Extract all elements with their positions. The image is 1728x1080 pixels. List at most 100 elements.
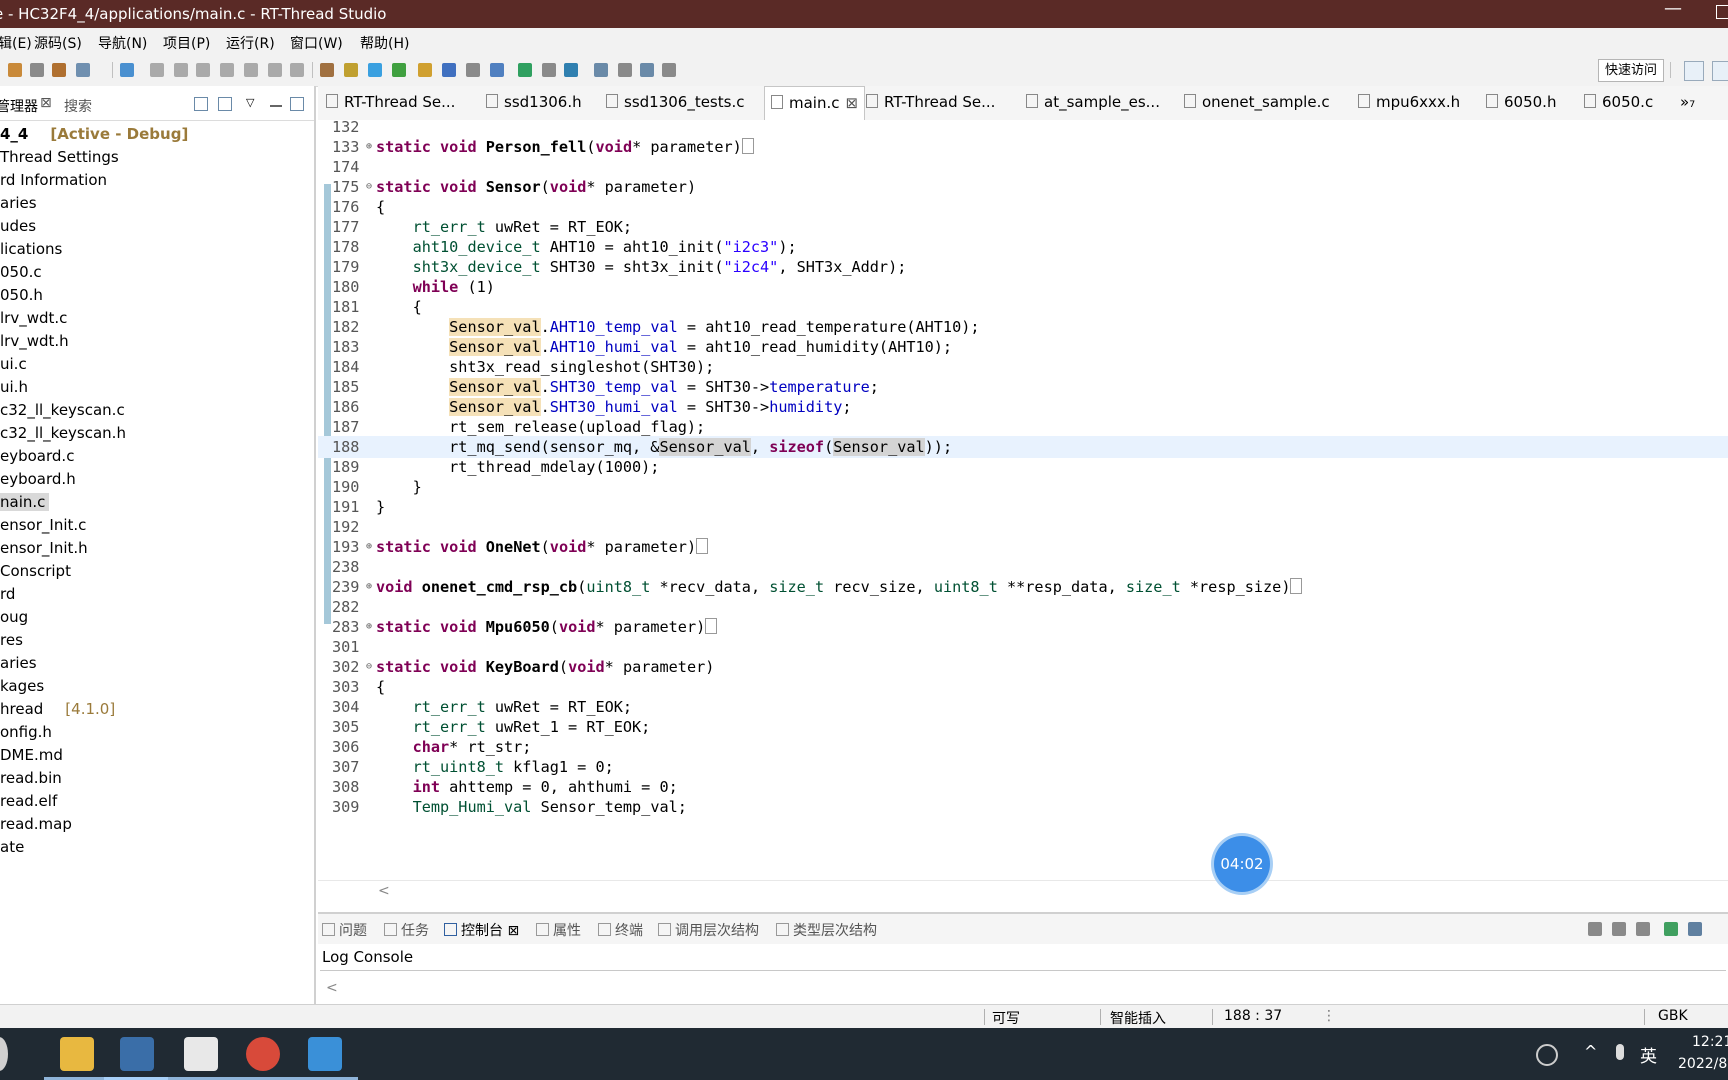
code-line[interactable]: 181 { xyxy=(318,296,1728,318)
link-editor-icon[interactable] xyxy=(218,97,232,111)
code-line[interactable]: 177 rt_err_t uwRet = RT_EOK; xyxy=(318,216,1728,238)
code-line[interactable]: 184 sht3x_read_singleshot(SHT30); xyxy=(318,356,1728,378)
rt-thread-studio-icon[interactable] xyxy=(120,1037,154,1071)
tree-item[interactable]: lications xyxy=(0,239,62,260)
show-hidden-icons[interactable]: ^ xyxy=(1584,1042,1597,1061)
tree-item[interactable]: DME.md xyxy=(0,745,63,766)
tree-item[interactable]: Conscript xyxy=(0,561,71,582)
search-icon[interactable] xyxy=(442,63,456,77)
code-line[interactable]: 133 ⊕ static void Person_fell(void* parame… xyxy=(318,136,1728,158)
menu-help[interactable]: 帮助(H) xyxy=(360,33,409,53)
fold-toggle-icon[interactable]: ⊕ xyxy=(366,616,372,638)
fold-toggle-icon[interactable]: ⊕ xyxy=(366,536,372,558)
tab-at-sample-esp[interactable]: at_sample_es... xyxy=(1026,86,1160,119)
code-line[interactable]: 304 rt_err_t uwRet = RT_EOK; xyxy=(318,696,1728,718)
tree-item[interactable]: ensor_Init.h xyxy=(0,538,88,559)
menu-edit[interactable]: 辑(E) xyxy=(0,33,32,53)
clear-console-icon[interactable] xyxy=(1588,922,1602,936)
clock-time[interactable]: 12:21 xyxy=(1692,1034,1728,1050)
tree-item[interactable]: aries xyxy=(0,653,37,674)
typora-icon[interactable] xyxy=(184,1037,218,1071)
tab-type-hierarchy[interactable]: 类型层次结构 xyxy=(776,920,877,940)
code-line[interactable]: 306 char* rt_str; xyxy=(318,736,1728,758)
open-folder-icon[interactable] xyxy=(418,63,432,77)
tree-item[interactable]: lrv_wdt.c xyxy=(0,308,67,329)
code-line[interactable]: 183 Sensor_val.AHT10_humi_val = aht10_re… xyxy=(318,336,1728,358)
tree-item[interactable]: eyboard.h xyxy=(0,469,76,490)
code-line[interactable]: 188 rt_mq_send(sensor_mq, &Sensor_val, s… xyxy=(318,436,1728,458)
microphone-icon[interactable] xyxy=(1616,1044,1624,1060)
code-line[interactable]: 185 Sensor_val.SHT30_temp_val = SHT30->t… xyxy=(318,376,1728,398)
build-dropdown-icon[interactable] xyxy=(30,63,44,77)
code-line[interactable]: 187 rt_sem_release(upload_flag); xyxy=(318,416,1728,438)
code-editor[interactable]: 132 133 ⊕ static void Person_fell(void* par… xyxy=(318,118,1728,904)
tab-6050-h[interactable]: 6050.h xyxy=(1486,86,1556,119)
tab-onenet-sample-c[interactable]: onenet_sample.c xyxy=(1184,86,1330,119)
tab-6050-c[interactable]: 6050.c xyxy=(1584,86,1653,119)
tree-item[interactable]: ensor_Init.c xyxy=(0,515,86,536)
open-task-icon[interactable] xyxy=(320,63,334,77)
back-dropdown-icon[interactable] xyxy=(618,63,632,77)
search-tab[interactable]: 搜索 xyxy=(64,96,92,116)
tree-item[interactable]: rd Information xyxy=(0,170,107,191)
tab-rt-thread-settings[interactable]: RT-Thread Se... xyxy=(326,86,455,119)
tree-item[interactable]: nain.c xyxy=(0,492,50,513)
code-line[interactable]: 307 rt_uint8_t kflag1 = 0; xyxy=(318,756,1728,778)
fold-toggle-icon[interactable]: ⊕ xyxy=(366,576,372,598)
download-dropdown-icon[interactable] xyxy=(542,63,556,77)
tree-item[interactable]: rd xyxy=(0,584,15,605)
tree-item[interactable]: oug xyxy=(0,607,28,628)
editor-horizontal-scrollbar[interactable]: < xyxy=(318,880,1728,905)
run-icon[interactable] xyxy=(150,63,164,77)
tree-item[interactable]: read.elf xyxy=(0,791,57,812)
tab-problems[interactable]: 问题 xyxy=(322,920,367,940)
fold-toggle-icon[interactable]: ⊕ xyxy=(366,136,372,158)
fold-toggle-icon[interactable]: ⊖ xyxy=(366,656,372,678)
maximize-button[interactable] xyxy=(1716,5,1728,19)
download-icon[interactable] xyxy=(518,63,532,77)
tree-item[interactable]: ate xyxy=(0,837,24,858)
code-line[interactable]: 175 ⊖ static void Sensor(void* parameter) xyxy=(318,176,1728,198)
code-line[interactable]: 301 xyxy=(318,636,1728,658)
tree-item[interactable]: 050.h xyxy=(0,285,43,306)
explorer-tab[interactable]: 管理器 xyxy=(0,96,38,116)
code-line[interactable]: 238 xyxy=(318,556,1728,578)
tree-item[interactable]: kages xyxy=(0,676,44,697)
bug-icon[interactable] xyxy=(392,63,406,77)
code-line[interactable]: 302 ⊖ static void KeyBoard(void* parameter… xyxy=(318,656,1728,678)
tree-item[interactable]: ui.h xyxy=(0,377,28,398)
menu-window[interactable]: 窗口(W) xyxy=(290,33,343,53)
code-line[interactable]: 178 aht10_device_t AHT10 = aht10_init("i… xyxy=(318,236,1728,258)
menu-navigate[interactable]: 导航(N) xyxy=(98,33,147,53)
code-line[interactable]: 182 Sensor_val.AHT10_temp_val = aht10_re… xyxy=(318,316,1728,338)
wrench-icon[interactable] xyxy=(52,63,66,77)
close-icon[interactable]: ⊠ xyxy=(40,95,52,111)
code-line[interactable]: 189 rt_thread_mdelay(1000); xyxy=(318,456,1728,478)
chrome-icon[interactable] xyxy=(246,1037,280,1071)
quick-access-button[interactable]: 快速访问 xyxy=(1598,59,1664,82)
minimize-view-icon[interactable] xyxy=(270,97,282,107)
tree-item[interactable]: res xyxy=(0,630,23,651)
menu-run[interactable]: 运行(R) xyxy=(226,33,275,53)
code-line[interactable]: 186 Sensor_val.SHT30_humi_val = SHT30->h… xyxy=(318,396,1728,418)
scroll-lock-icon[interactable] xyxy=(1612,922,1626,936)
perspective-cc-icon[interactable] xyxy=(1712,61,1728,81)
code-line[interactable]: 132 xyxy=(318,116,1728,138)
layers-icon[interactable] xyxy=(564,63,578,77)
tree-item[interactable]: Thread Settings xyxy=(0,147,119,168)
tab-call-hierarchy[interactable]: 调用层次结构 xyxy=(658,920,759,940)
forward-arrow-icon[interactable] xyxy=(640,63,654,77)
collapse-all-icon[interactable] xyxy=(194,97,208,111)
open-console-icon[interactable] xyxy=(1664,922,1678,936)
fold-toggle-icon[interactable]: ⊖ xyxy=(366,176,372,198)
view-menu-icon[interactable]: ▽ xyxy=(246,97,258,109)
menu-project[interactable]: 项目(P) xyxy=(163,33,210,53)
tab-terminal[interactable]: 终端 xyxy=(598,920,643,940)
bookmark-icon[interactable] xyxy=(490,63,504,77)
code-line[interactable]: 305 rt_err_t uwRet_1 = RT_EOK; xyxy=(318,716,1728,738)
disconnect-icon[interactable] xyxy=(220,63,234,77)
code-line[interactable]: 191} xyxy=(318,496,1728,518)
code-line[interactable]: 239 ⊕ void onenet_cmd_rsp_cb(uint8_t *recv… xyxy=(318,576,1728,598)
code-line[interactable]: 309 Temp_Humi_val Sensor_temp_val; xyxy=(318,796,1728,818)
tree-item[interactable]: lrv_wdt.h xyxy=(0,331,69,352)
